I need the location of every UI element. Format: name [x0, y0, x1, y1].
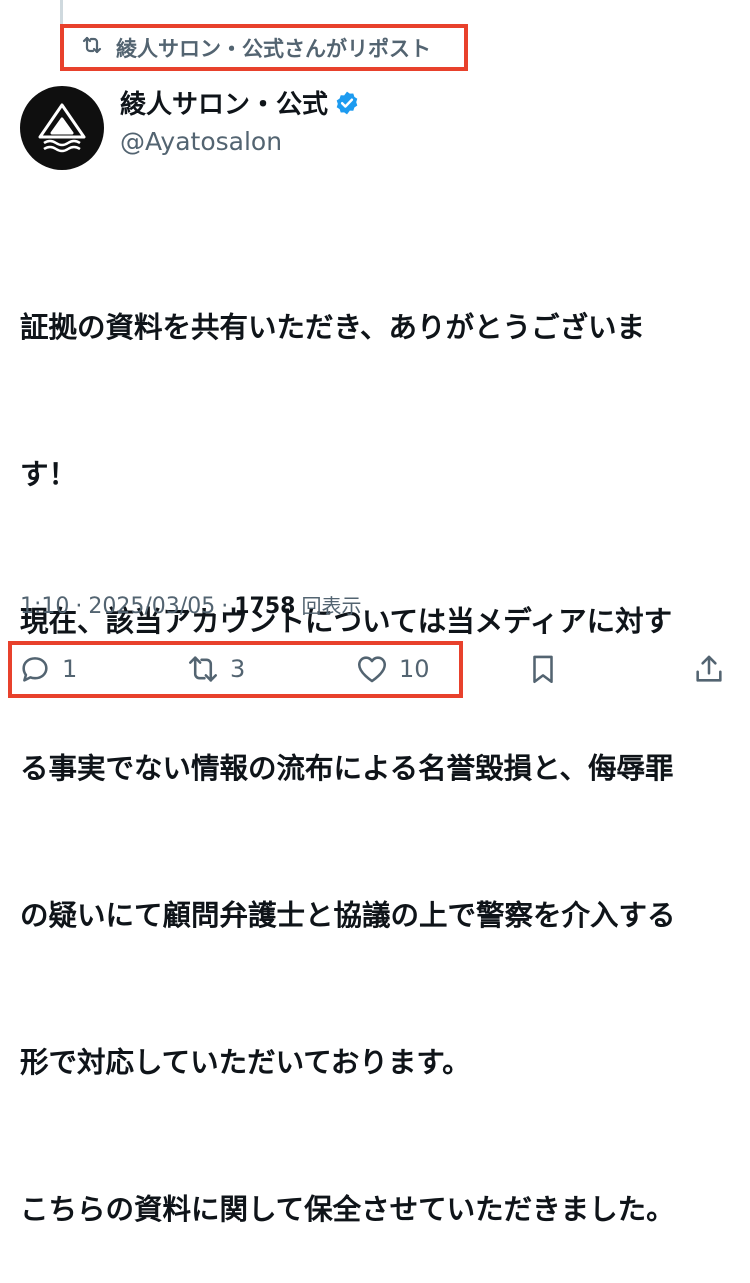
tweet-line: す！ [20, 458, 78, 491]
meta-separator: · [221, 594, 229, 619]
bookmark-icon [526, 652, 560, 686]
author-name-row: 綾人サロン・公式 [120, 84, 360, 121]
share-icon [692, 652, 726, 686]
reply-button[interactable]: 1 [18, 652, 77, 686]
tweet-line: の疑いにて顧問弁護士と協議の上で警察を介入する [20, 899, 676, 932]
repost-banner[interactable]: 綾人サロン・公式さんがリポスト [60, 24, 468, 71]
repost-icon [186, 652, 220, 686]
like-button[interactable]: 10 [355, 652, 430, 686]
tweet-line: る事実でない情報の流布による名誉毀損と、侮辱罪 [20, 752, 674, 785]
verified-badge-icon [334, 90, 360, 116]
tweet-line: 証拠の資料を共有いただき、ありがとうございま [20, 311, 646, 344]
reply-icon [18, 652, 52, 686]
meta-separator: · [75, 594, 83, 619]
author-handle[interactable]: @Ayatosalon [120, 127, 360, 156]
tweet-meta: 1:10 · 2025/03/05 · 1758 回表示 [20, 590, 361, 619]
share-button[interactable] [692, 652, 726, 686]
like-icon [355, 652, 389, 686]
tweet-line: こちらの資料に関して保全させていただきました。 [20, 1193, 675, 1226]
repost-count: 3 [230, 655, 246, 683]
author-display-name[interactable]: 綾人サロン・公式 [120, 84, 328, 121]
like-count: 10 [399, 655, 430, 683]
repost-banner-text: 綾人サロン・公式さんがリポスト [116, 36, 431, 61]
repost-icon [80, 33, 104, 62]
avatar[interactable] [20, 86, 104, 170]
tweet-line: 形で対応していただいております。 [20, 1046, 471, 1079]
reply-count: 1 [62, 655, 78, 683]
bookmark-button[interactable] [526, 652, 560, 686]
tweet-date[interactable]: 2025/03/05 [88, 594, 215, 619]
salon-logo-icon [38, 103, 86, 153]
thread-line [60, 0, 63, 24]
tweet-text: 証拠の資料を共有いただき、ありがとうございま す！ 現在、該当アカウントについて… [20, 205, 732, 1283]
tweet-time[interactable]: 1:10 [20, 594, 69, 619]
view-count-label: 回表示 [301, 594, 362, 618]
view-count: 1758 [234, 594, 296, 619]
author-block[interactable]: 綾人サロン・公式 @Ayatosalon [120, 84, 360, 156]
repost-button[interactable]: 3 [186, 652, 245, 686]
